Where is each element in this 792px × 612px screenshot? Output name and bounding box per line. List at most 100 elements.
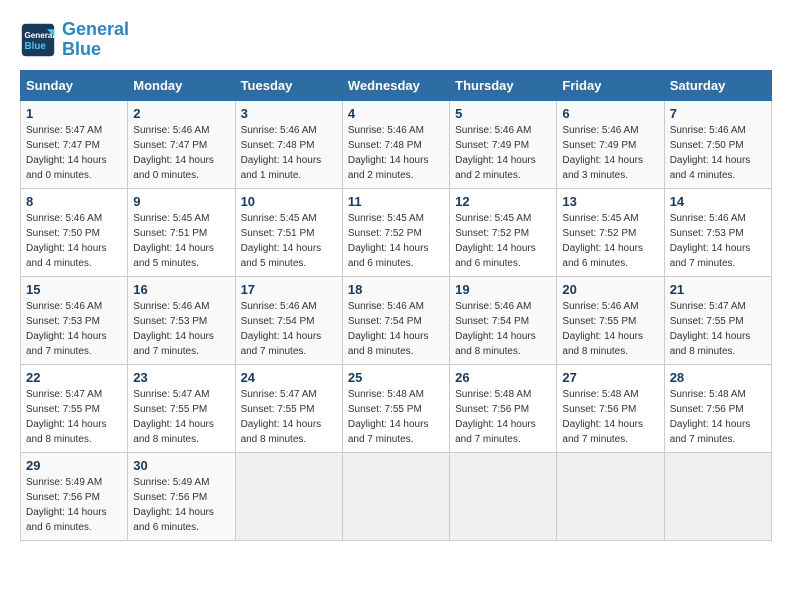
day-info: Sunrise: 5:46 AM Sunset: 7:53 PM Dayligh…	[670, 211, 766, 271]
calendar-table: SundayMondayTuesdayWednesdayThursdayFrid…	[20, 70, 772, 541]
calendar-cell: 25 Sunrise: 5:48 AM Sunset: 7:55 PM Dayl…	[342, 364, 449, 452]
day-number: 5	[455, 106, 551, 121]
sunset: Sunset: 7:52 PM	[562, 228, 636, 239]
day-info: Sunrise: 5:45 AM Sunset: 7:52 PM Dayligh…	[348, 211, 444, 271]
sunrise: Sunrise: 5:46 AM	[26, 301, 102, 312]
sunset: Sunset: 7:52 PM	[455, 228, 529, 239]
calendar-cell: 20 Sunrise: 5:46 AM Sunset: 7:55 PM Dayl…	[557, 276, 664, 364]
calendar-cell: 16 Sunrise: 5:46 AM Sunset: 7:53 PM Dayl…	[128, 276, 235, 364]
day-number: 1	[26, 106, 122, 121]
sunset: Sunset: 7:49 PM	[455, 140, 529, 151]
day-number: 6	[562, 106, 658, 121]
calendar-cell: 8 Sunrise: 5:46 AM Sunset: 7:50 PM Dayli…	[21, 188, 128, 276]
day-number: 23	[133, 370, 229, 385]
day-number: 18	[348, 282, 444, 297]
day-info: Sunrise: 5:47 AM Sunset: 7:55 PM Dayligh…	[241, 387, 337, 447]
daylight: Daylight: 14 hours and 7 minutes.	[670, 419, 751, 445]
sunset: Sunset: 7:55 PM	[26, 404, 100, 415]
calendar-cell: 30 Sunrise: 5:49 AM Sunset: 7:56 PM Dayl…	[128, 452, 235, 540]
sunrise: Sunrise: 5:47 AM	[26, 389, 102, 400]
day-info: Sunrise: 5:46 AM Sunset: 7:48 PM Dayligh…	[348, 123, 444, 183]
day-header-sunday: Sunday	[21, 70, 128, 100]
day-info: Sunrise: 5:46 AM Sunset: 7:50 PM Dayligh…	[26, 211, 122, 271]
sunrise: Sunrise: 5:46 AM	[562, 301, 638, 312]
calendar-week-3: 15 Sunrise: 5:46 AM Sunset: 7:53 PM Dayl…	[21, 276, 772, 364]
sunrise: Sunrise: 5:48 AM	[455, 389, 531, 400]
sunset: Sunset: 7:56 PM	[670, 404, 744, 415]
sunset: Sunset: 7:55 PM	[241, 404, 315, 415]
daylight: Daylight: 14 hours and 3 minutes.	[562, 155, 643, 181]
sunset: Sunset: 7:56 PM	[26, 492, 100, 503]
sunrise: Sunrise: 5:45 AM	[133, 213, 209, 224]
day-number: 24	[241, 370, 337, 385]
daylight: Daylight: 14 hours and 8 minutes.	[455, 331, 536, 357]
day-info: Sunrise: 5:46 AM Sunset: 7:54 PM Dayligh…	[348, 299, 444, 359]
calendar-cell: 29 Sunrise: 5:49 AM Sunset: 7:56 PM Dayl…	[21, 452, 128, 540]
sunrise: Sunrise: 5:47 AM	[670, 301, 746, 312]
day-info: Sunrise: 5:46 AM Sunset: 7:53 PM Dayligh…	[133, 299, 229, 359]
day-info: Sunrise: 5:47 AM Sunset: 7:55 PM Dayligh…	[26, 387, 122, 447]
svg-text:General: General	[25, 31, 55, 40]
calendar-cell	[557, 452, 664, 540]
day-number: 27	[562, 370, 658, 385]
sunset: Sunset: 7:47 PM	[26, 140, 100, 151]
sunrise: Sunrise: 5:46 AM	[455, 125, 531, 136]
sunset: Sunset: 7:52 PM	[348, 228, 422, 239]
day-info: Sunrise: 5:48 AM Sunset: 7:55 PM Dayligh…	[348, 387, 444, 447]
sunset: Sunset: 7:56 PM	[562, 404, 636, 415]
daylight: Daylight: 14 hours and 8 minutes.	[241, 419, 322, 445]
sunset: Sunset: 7:55 PM	[562, 316, 636, 327]
sunset: Sunset: 7:49 PM	[562, 140, 636, 151]
day-number: 3	[241, 106, 337, 121]
day-info: Sunrise: 5:47 AM Sunset: 7:55 PM Dayligh…	[670, 299, 766, 359]
day-header-saturday: Saturday	[664, 70, 771, 100]
calendar-cell: 15 Sunrise: 5:46 AM Sunset: 7:53 PM Dayl…	[21, 276, 128, 364]
day-header-thursday: Thursday	[450, 70, 557, 100]
daylight: Daylight: 14 hours and 0 minutes.	[133, 155, 214, 181]
calendar-cell: 17 Sunrise: 5:46 AM Sunset: 7:54 PM Dayl…	[235, 276, 342, 364]
sunset: Sunset: 7:56 PM	[133, 492, 207, 503]
calendar-cell: 6 Sunrise: 5:46 AM Sunset: 7:49 PM Dayli…	[557, 100, 664, 188]
calendar-cell	[664, 452, 771, 540]
daylight: Daylight: 14 hours and 8 minutes.	[133, 419, 214, 445]
day-number: 12	[455, 194, 551, 209]
calendar-cell: 24 Sunrise: 5:47 AM Sunset: 7:55 PM Dayl…	[235, 364, 342, 452]
sunset: Sunset: 7:54 PM	[348, 316, 422, 327]
day-number: 2	[133, 106, 229, 121]
calendar-cell: 10 Sunrise: 5:45 AM Sunset: 7:51 PM Dayl…	[235, 188, 342, 276]
daylight: Daylight: 14 hours and 7 minutes.	[348, 419, 429, 445]
calendar-cell: 2 Sunrise: 5:46 AM Sunset: 7:47 PM Dayli…	[128, 100, 235, 188]
day-info: Sunrise: 5:46 AM Sunset: 7:47 PM Dayligh…	[133, 123, 229, 183]
day-number: 26	[455, 370, 551, 385]
sunrise: Sunrise: 5:46 AM	[670, 213, 746, 224]
logo: General Blue General Blue	[20, 20, 129, 60]
sunrise: Sunrise: 5:46 AM	[241, 125, 317, 136]
day-header-friday: Friday	[557, 70, 664, 100]
sunrise: Sunrise: 5:49 AM	[133, 477, 209, 488]
day-info: Sunrise: 5:46 AM Sunset: 7:49 PM Dayligh…	[562, 123, 658, 183]
sunset: Sunset: 7:48 PM	[241, 140, 315, 151]
daylight: Daylight: 14 hours and 6 minutes.	[348, 243, 429, 269]
day-number: 7	[670, 106, 766, 121]
sunrise: Sunrise: 5:46 AM	[26, 213, 102, 224]
day-number: 11	[348, 194, 444, 209]
sunrise: Sunrise: 5:46 AM	[348, 125, 424, 136]
sunrise: Sunrise: 5:49 AM	[26, 477, 102, 488]
calendar-cell: 12 Sunrise: 5:45 AM Sunset: 7:52 PM Dayl…	[450, 188, 557, 276]
day-number: 4	[348, 106, 444, 121]
sunset: Sunset: 7:47 PM	[133, 140, 207, 151]
sunrise: Sunrise: 5:46 AM	[133, 301, 209, 312]
sunrise: Sunrise: 5:45 AM	[455, 213, 531, 224]
calendar-cell	[342, 452, 449, 540]
day-number: 25	[348, 370, 444, 385]
sunset: Sunset: 7:55 PM	[670, 316, 744, 327]
calendar-week-5: 29 Sunrise: 5:49 AM Sunset: 7:56 PM Dayl…	[21, 452, 772, 540]
daylight: Daylight: 14 hours and 0 minutes.	[26, 155, 107, 181]
day-number: 17	[241, 282, 337, 297]
day-number: 15	[26, 282, 122, 297]
day-number: 21	[670, 282, 766, 297]
day-header-monday: Monday	[128, 70, 235, 100]
day-info: Sunrise: 5:48 AM Sunset: 7:56 PM Dayligh…	[670, 387, 766, 447]
calendar-cell: 4 Sunrise: 5:46 AM Sunset: 7:48 PM Dayli…	[342, 100, 449, 188]
day-info: Sunrise: 5:47 AM Sunset: 7:47 PM Dayligh…	[26, 123, 122, 183]
